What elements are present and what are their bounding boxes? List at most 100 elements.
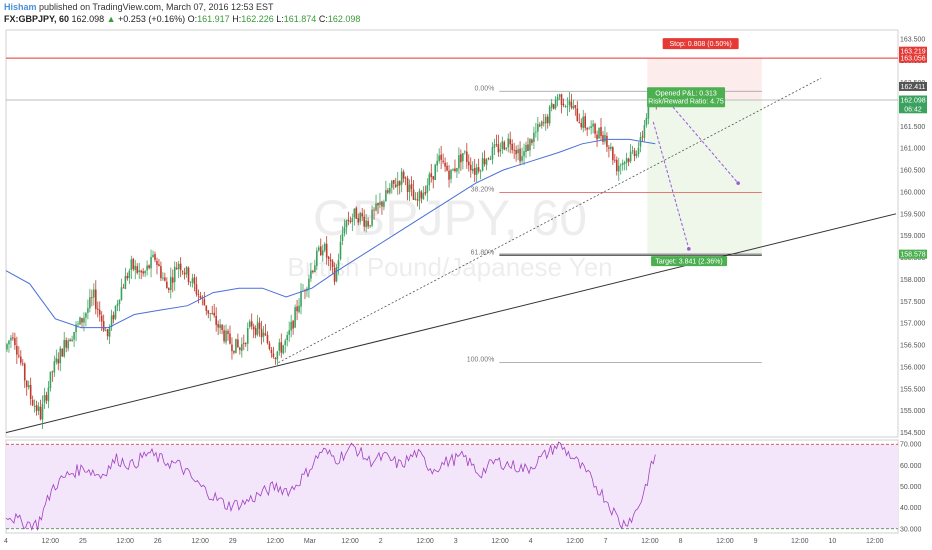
- candle: [464, 151, 466, 153]
- price-tick: 157.000: [900, 321, 925, 328]
- price-badge-label: 162.098: [900, 98, 925, 105]
- candle: [317, 247, 320, 251]
- candle: [641, 136, 644, 138]
- candle: [254, 328, 257, 336]
- candle: [252, 326, 255, 330]
- time-tick: Mar: [304, 538, 317, 545]
- candle: [633, 150, 636, 157]
- candle: [588, 128, 590, 130]
- fib-level-label: 61.80%: [471, 249, 495, 256]
- candle: [319, 246, 322, 256]
- candle: [71, 339, 73, 342]
- candle: [146, 265, 148, 271]
- candle: [367, 221, 369, 227]
- candle: [416, 199, 419, 201]
- candle: [262, 332, 265, 337]
- candle: [426, 185, 429, 193]
- candle: [377, 203, 379, 206]
- candle: [203, 299, 206, 306]
- candle: [187, 267, 190, 282]
- candle: [578, 122, 581, 124]
- candle: [18, 355, 20, 357]
- candle: [164, 277, 166, 281]
- candle: [29, 384, 32, 400]
- candle: [142, 271, 144, 274]
- price-tick: 155.000: [900, 408, 925, 415]
- price-tick: 157.500: [900, 299, 925, 306]
- candle: [175, 267, 178, 270]
- candle: [106, 329, 109, 337]
- candle: [331, 260, 334, 268]
- candle: [398, 181, 401, 186]
- candle: [440, 154, 442, 160]
- candle: [438, 155, 440, 162]
- price-tick: 156.500: [900, 343, 925, 350]
- rsi-tick: 50.000: [900, 484, 922, 491]
- candle: [39, 406, 42, 420]
- candle: [286, 335, 289, 341]
- candle: [284, 340, 287, 346]
- candle: [116, 303, 119, 307]
- candle: [79, 317, 81, 325]
- candle: [288, 330, 290, 335]
- time-tick: 4: [529, 538, 533, 545]
- price-chart[interactable]: GBPJPY, 60British Pound/Japanese Yen0.00…: [0, 0, 932, 550]
- candle: [162, 277, 164, 279]
- candle: [489, 158, 492, 160]
- candle: [387, 190, 389, 193]
- candle: [392, 180, 395, 184]
- candle: [243, 343, 245, 344]
- candle: [181, 271, 184, 273]
- candle: [213, 312, 215, 316]
- time-tick: 12:00: [491, 538, 509, 545]
- candle: [197, 293, 200, 296]
- candle: [590, 126, 592, 128]
- candle: [280, 342, 283, 353]
- candle: [227, 331, 229, 334]
- candle: [244, 343, 247, 345]
- candle: [323, 243, 326, 251]
- candle: [540, 121, 543, 126]
- candle: [448, 170, 450, 180]
- candle: [537, 124, 539, 132]
- candle: [584, 116, 587, 128]
- candle: [148, 265, 150, 269]
- candle: [89, 297, 91, 309]
- candle: [604, 134, 606, 142]
- candle: [333, 268, 336, 282]
- time-tick: 12:00: [716, 538, 734, 545]
- candle: [408, 184, 411, 193]
- candle: [580, 123, 583, 128]
- candle: [456, 167, 458, 172]
- candle: [477, 167, 480, 172]
- candle: [47, 387, 50, 402]
- candle: [570, 101, 573, 108]
- candle: [509, 139, 512, 145]
- candle: [418, 190, 421, 201]
- candle: [552, 104, 555, 110]
- candle: [337, 259, 340, 268]
- rsi-tick: 40.000: [900, 505, 922, 512]
- candle: [12, 337, 14, 339]
- candle: [434, 164, 437, 180]
- candle: [130, 259, 133, 270]
- candle: [444, 162, 446, 167]
- candle: [67, 340, 69, 349]
- candle: [65, 340, 67, 348]
- candle: [602, 135, 604, 142]
- arrow-head-icon: [736, 181, 740, 185]
- time-tick: 12:00: [641, 538, 659, 545]
- time-tick: 12:00: [866, 538, 884, 545]
- candle: [221, 324, 223, 330]
- candle: [179, 263, 182, 271]
- price-badge-label: 06:42: [904, 106, 922, 113]
- candle: [83, 317, 85, 323]
- candle: [195, 284, 198, 295]
- candle: [327, 256, 330, 259]
- candle: [329, 259, 332, 262]
- candle: [166, 281, 168, 289]
- candle: [85, 313, 87, 318]
- candle: [171, 277, 174, 283]
- candle: [27, 385, 30, 388]
- candle: [205, 305, 208, 311]
